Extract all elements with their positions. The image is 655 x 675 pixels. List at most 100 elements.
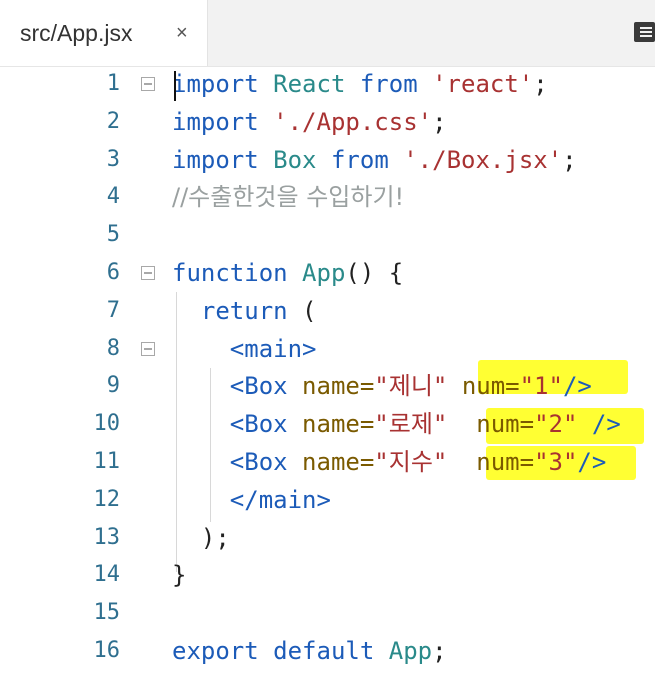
menu-icon[interactable] (634, 22, 655, 42)
code-line: <Box name="제니" num="1"/> (172, 372, 592, 400)
line-number: 10 (93, 411, 121, 437)
code-token: "1" (519, 372, 563, 401)
line-number: 13 (93, 524, 121, 550)
line-number: 16 (93, 638, 121, 663)
code-token: } (172, 561, 187, 590)
code-token: ( (287, 296, 317, 325)
code-line: import React from 'react'; (172, 70, 548, 98)
code-token: ; (533, 70, 548, 98)
text-cursor (174, 71, 176, 101)
close-icon[interactable]: × (176, 22, 188, 45)
code-token: <Box (229, 372, 288, 401)
code-token: from (359, 70, 418, 98)
code-token: Box (273, 145, 317, 174)
line-number: 15 (93, 600, 121, 626)
tab-bar: src/App.jsx × (0, 0, 655, 67)
code-token: /> (562, 372, 592, 401)
code-token: return (200, 296, 288, 325)
fold-minus-icon[interactable] (141, 266, 155, 280)
code-token: ; (562, 145, 577, 174)
line-number: 14 (93, 562, 121, 588)
code-line: <Box name="로제" num="2" /> (172, 410, 621, 438)
line-number: 11 (93, 449, 121, 474)
code-token: name= (302, 448, 375, 476)
code-editor[interactable]: 1 import React from 'react'; 2 import './Ap… (0, 66, 655, 675)
code-line: } (172, 561, 186, 589)
fold-minus-icon[interactable] (141, 77, 155, 91)
code-token: export (172, 637, 259, 665)
line-number: 12 (93, 486, 121, 512)
tab-app-jsx[interactable]: src/App.jsx × (0, 0, 208, 66)
code-token: name= (302, 372, 375, 401)
code-token: App (388, 637, 433, 665)
code-token: function (172, 259, 288, 287)
code-token: "지수" (374, 448, 448, 476)
line-number: 4 (106, 184, 120, 210)
code-token: <Box (229, 448, 288, 476)
code-token: "제니" (374, 372, 448, 401)
code-token: React (273, 70, 346, 98)
line-number: 9 (106, 373, 120, 399)
code-token: </main> (229, 485, 331, 514)
line-number: 7 (106, 297, 120, 323)
code-token: default (273, 637, 375, 665)
code-token: './Box.jsx' (403, 145, 563, 174)
code-token: //수출한것을 수입하기! (172, 183, 405, 212)
code-token: import (172, 145, 259, 174)
line-number: 6 (106, 260, 120, 285)
code-token: num= (476, 448, 535, 476)
fold-minus-icon[interactable] (141, 341, 155, 356)
code-line: ); (172, 524, 230, 552)
code-token: /> (577, 448, 607, 476)
line-number: 8 (106, 335, 120, 361)
code-token: () { (345, 259, 404, 287)
code-token: './App.css' (273, 107, 433, 136)
code-line: import './App.css'; (172, 108, 447, 136)
code-line: <Box name="지수" num="3"/> (172, 448, 607, 476)
code-token: ); (172, 523, 230, 552)
code-token: "2" (534, 410, 578, 439)
code-token: "로제" (374, 410, 448, 439)
code-line: </main> (172, 486, 331, 514)
code-token: <Box (229, 410, 288, 439)
code-token: <main> (229, 334, 317, 363)
code-token: 'react' (432, 70, 534, 98)
code-token: /> (591, 410, 621, 439)
code-line: function App() { (172, 259, 403, 287)
code-token: from (330, 145, 389, 174)
code-line: return ( (172, 297, 317, 325)
code-token: name= (302, 410, 375, 439)
code-token: num= (461, 372, 520, 401)
code-token: "3" (534, 448, 578, 476)
code-line: export default App; (172, 637, 447, 665)
tab-title: src/App.jsx (20, 20, 133, 46)
code-token: num= (476, 410, 535, 439)
code-token: import (172, 70, 259, 98)
line-number: 3 (106, 146, 120, 172)
code-line: import Box from './Box.jsx'; (172, 146, 577, 174)
code-line: <main> (172, 335, 317, 363)
line-number: 5 (106, 222, 120, 248)
line-number: 1 (106, 71, 120, 96)
code-token: ; (432, 107, 447, 136)
